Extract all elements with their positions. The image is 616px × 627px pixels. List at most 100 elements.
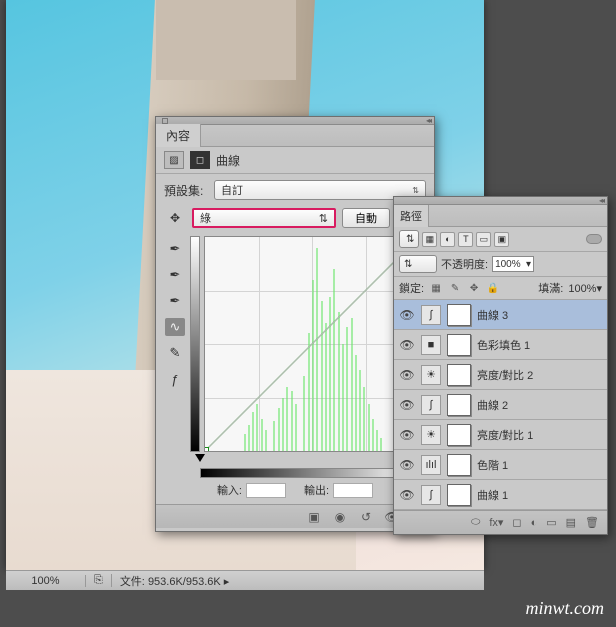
input-sliders[interactable] xyxy=(200,454,416,468)
watermark: minwt.com xyxy=(526,598,605,619)
layer-row[interactable]: 👁 ☀ 亮度/對比 2 xyxy=(394,360,607,390)
view-previous-icon[interactable]: ◉ xyxy=(332,510,348,524)
curves-adj-icon: ∫ xyxy=(421,395,441,415)
preset-label: 預設集: xyxy=(164,182,208,199)
adjustment-title: 曲線 xyxy=(216,152,240,169)
blend-row: ⇅ 不透明度: 100%▾ xyxy=(394,252,607,277)
input-value[interactable] xyxy=(246,483,286,498)
visibility-icon[interactable]: 👁 xyxy=(399,368,415,382)
group-icon[interactable]: ▭ xyxy=(546,516,556,529)
mask-add-icon[interactable]: ◻ xyxy=(512,516,521,529)
eyedropper-gray-icon[interactable]: ✒ xyxy=(165,266,185,284)
link-icon[interactable]: ⬭ xyxy=(471,516,480,529)
layer-row[interactable]: 👁 ☀ 亮度/對比 1 xyxy=(394,420,607,450)
panel-menu-icon[interactable]: ◂◂ xyxy=(599,196,603,205)
lock-all-icon[interactable]: 🔒 xyxy=(486,281,500,295)
brightness-adj-icon: ☀ xyxy=(421,425,441,445)
black-point-handle[interactable] xyxy=(204,447,209,452)
chevron-updown-icon: ⇅ xyxy=(412,186,419,195)
chevron-down-icon: ▾ xyxy=(526,259,531,270)
layer-name[interactable]: 色階 1 xyxy=(477,457,602,473)
trash-icon[interactable]: 🗑 xyxy=(585,516,599,529)
adjustment-icon[interactable]: ▨ xyxy=(164,151,184,169)
layer-name[interactable]: 曲線 3 xyxy=(477,307,602,323)
layer-row[interactable]: 👁 ∫ 曲線 2 xyxy=(394,390,607,420)
curve-point-tool-icon[interactable]: ∿ xyxy=(165,318,185,336)
panel-menu-icon[interactable]: ◂◂ xyxy=(426,116,430,125)
channel-value: 綠 xyxy=(200,210,211,226)
tab-properties[interactable]: 內容 xyxy=(156,124,201,147)
layer-name[interactable]: 亮度/對比 1 xyxy=(477,427,602,443)
black-slider[interactable] xyxy=(195,454,205,462)
layer-name[interactable]: 色彩填色 1 xyxy=(477,337,602,353)
close-icon[interactable] xyxy=(162,118,168,124)
chevron-updown-icon: ⇅ xyxy=(319,212,328,225)
image-tower-top xyxy=(156,0,296,80)
opacity-label: 不透明度: xyxy=(441,256,488,272)
smooth-tool-icon[interactable]: ƒ xyxy=(165,370,185,388)
lock-transparent-icon[interactable]: ▦ xyxy=(429,281,443,295)
layer-row[interactable]: 👁 ∫ 曲線 1 xyxy=(394,480,607,510)
layer-row[interactable]: 👁 ■ 色彩填色 1 xyxy=(394,330,607,360)
output-value[interactable] xyxy=(333,483,373,498)
channel-select[interactable]: 綠⇅ xyxy=(192,208,336,228)
visibility-icon[interactable]: 👁 xyxy=(399,458,415,472)
zoom-level[interactable]: 100% xyxy=(6,575,86,587)
lock-pixels-icon[interactable]: ✎ xyxy=(448,281,462,295)
layer-row[interactable]: 👁 ∫ 曲線 3 xyxy=(394,300,607,330)
eyedropper-black-icon[interactable]: ✒ xyxy=(165,240,185,258)
lock-row: 鎖定: ▦ ✎ ✥ 🔒 填滿: 100%▾ xyxy=(394,277,607,300)
layer-mask[interactable] xyxy=(447,394,471,416)
adjustment-add-icon[interactable]: ◐ xyxy=(531,517,538,529)
filter-switch[interactable] xyxy=(586,234,602,244)
new-layer-icon[interactable]: ▤ xyxy=(566,516,576,529)
curve-draw-tool-icon[interactable]: ✎ xyxy=(165,344,185,362)
blend-mode-select[interactable]: ⇅ xyxy=(399,255,437,273)
input-gradient xyxy=(200,468,416,478)
target-adjust-icon[interactable]: ✥ xyxy=(164,209,186,227)
filter-adjust-icon[interactable]: ◐ xyxy=(440,232,455,247)
mask-icon[interactable]: ◻ xyxy=(190,151,210,169)
layer-mask[interactable] xyxy=(447,364,471,386)
layer-mask[interactable] xyxy=(447,454,471,476)
panel-tabs: 內容 xyxy=(156,125,434,147)
reset-icon[interactable]: ↺ xyxy=(358,510,374,524)
fx-icon[interactable]: fx▾ xyxy=(489,516,503,529)
layer-mask[interactable] xyxy=(447,484,471,506)
layer-mask[interactable] xyxy=(447,304,471,326)
visibility-icon[interactable]: 👁 xyxy=(399,398,415,412)
share-icon[interactable]: ⎘ xyxy=(86,574,112,587)
filter-smart-icon[interactable]: ▣ xyxy=(494,232,509,247)
eyedropper-white-icon[interactable]: ✒ xyxy=(165,292,185,310)
layers-panel: ◂◂ 路徑 ⇅ ▦ ◐ T ▭ ▣ ⇅ 不透明度: 100%▾ 鎖定: ▦ ✎ … xyxy=(393,196,608,535)
output-label: 輸出: xyxy=(304,482,329,498)
input-label: 輸入: xyxy=(217,482,242,498)
fill-adj-icon: ■ xyxy=(421,335,441,355)
tab-paths[interactable]: 路徑 xyxy=(394,205,429,227)
layer-name[interactable]: 亮度/對比 2 xyxy=(477,367,602,383)
filter-kind-select[interactable]: ⇅ xyxy=(399,230,419,248)
opacity-value[interactable]: 100%▾ xyxy=(492,256,534,272)
output-gradient xyxy=(190,236,200,452)
layer-mask[interactable] xyxy=(447,424,471,446)
visibility-icon[interactable]: 👁 xyxy=(399,338,415,352)
filter-pixel-icon[interactable]: ▦ xyxy=(422,232,437,247)
fill-label: 填滿: xyxy=(538,280,563,296)
status-bar: 100% ⎘ 文件: 953.6K/953.6K ▸ xyxy=(6,570,484,590)
layer-name[interactable]: 曲線 1 xyxy=(477,487,602,503)
clip-icon[interactable]: ▣ xyxy=(306,510,322,524)
filter-type-icon[interactable]: T xyxy=(458,232,473,247)
fill-value[interactable]: 100%▾ xyxy=(568,282,602,295)
curves-adj-icon: ∫ xyxy=(421,305,441,325)
lock-position-icon[interactable]: ✥ xyxy=(467,281,481,295)
visibility-icon[interactable]: 👁 xyxy=(399,428,415,442)
visibility-icon[interactable]: 👁 xyxy=(399,308,415,322)
layer-mask[interactable] xyxy=(447,334,471,356)
layer-name[interactable]: 曲線 2 xyxy=(477,397,602,413)
filter-shape-icon[interactable]: ▭ xyxy=(476,232,491,247)
curves-graph[interactable] xyxy=(204,236,420,452)
visibility-icon[interactable]: 👁 xyxy=(399,488,415,502)
auto-button[interactable]: 自動 xyxy=(342,208,390,228)
layer-row[interactable]: 👁 ılıl 色階 1 xyxy=(394,450,607,480)
preset-value: 自訂 xyxy=(221,182,243,198)
